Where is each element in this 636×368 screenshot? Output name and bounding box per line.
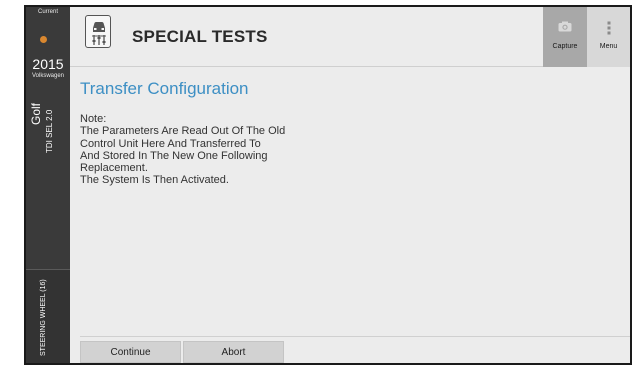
car-settings-icon (85, 15, 111, 48)
header-bar: SPECIAL TESTS Capture Menu (70, 7, 630, 67)
menu-button[interactable]: Menu (587, 7, 630, 67)
menu-dots-icon (607, 21, 610, 35)
note-line: Note: (80, 113, 107, 125)
continue-button[interactable]: Continue (80, 341, 181, 363)
note-line: The Parameters Are Read Out Of The Old (80, 125, 286, 138)
capture-button[interactable]: Capture (543, 7, 587, 67)
vehicle-trim: TDI SEL 2.0 (45, 109, 54, 153)
status-indicator (40, 36, 47, 43)
divider (80, 336, 630, 337)
app-window: Current 2015 Volkswagen Golf TDI SEL 2.0… (24, 5, 632, 365)
note-text: Note: The Parameters Are Read Out Of The… (80, 113, 285, 187)
capture-label: Capture (552, 43, 578, 50)
note-line: Control Unit Here And Transferred To (80, 137, 261, 150)
vehicle-year: 2015 (32, 56, 64, 72)
note-line: And Stored In The New One Following (80, 149, 268, 162)
current-label: Current (37, 9, 58, 15)
vehicle-sidebar: Current 2015 Volkswagen Golf TDI SEL 2.0… (26, 7, 70, 363)
module-label: STEERING WHEEL (16) (40, 279, 47, 356)
section-title: Transfer Configuration (80, 79, 249, 98)
vehicle-make: Volkswagen (31, 73, 65, 79)
abort-button[interactable]: Abort (183, 341, 284, 363)
camera-icon (558, 21, 572, 32)
page-title: SPECIAL TESTS (132, 27, 268, 46)
note-line: The System Is Then Activated. (80, 174, 229, 187)
menu-label: Menu (599, 43, 618, 50)
vehicle-model: Golf (29, 102, 43, 125)
note-line: Replacement. (80, 162, 148, 175)
module-tab[interactable]: STEERING WHEEL (16) (26, 269, 70, 363)
